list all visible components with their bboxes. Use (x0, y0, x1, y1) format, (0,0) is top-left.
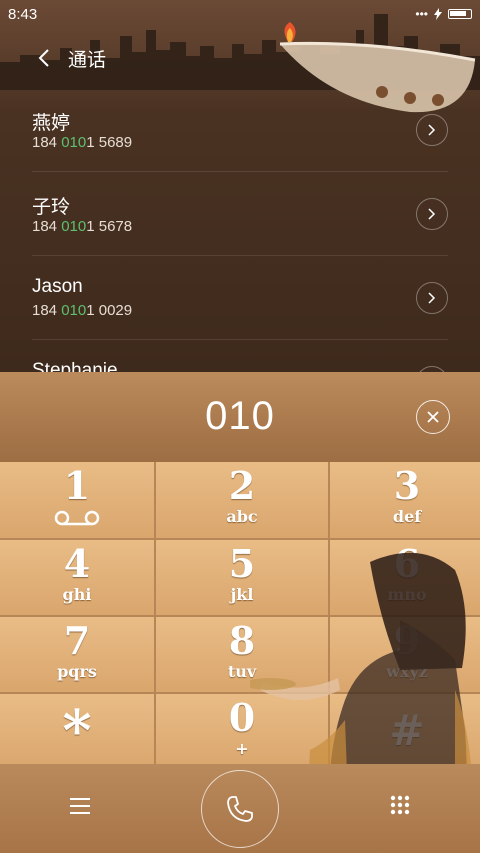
key-digit: 8 (228, 618, 256, 663)
chevron-right-icon (428, 208, 436, 220)
key-3[interactable]: 3 def (330, 462, 480, 538)
key-digit: 0 (228, 695, 256, 740)
status-time: 8:43 (8, 5, 38, 23)
key-digit: 5 (228, 541, 256, 586)
chevron-right-icon (428, 124, 436, 136)
call-log-area: 8:43 ••• 通话 燕婷 184 0101 5689 子玲 184 0101… (0, 0, 480, 372)
contact-name: 子玲 (32, 197, 71, 218)
key-1[interactable]: 1 (0, 462, 154, 538)
key-digit: * (62, 698, 92, 764)
list-item[interactable]: 燕婷 184 0101 5689 (32, 88, 448, 172)
number-match: 010 (61, 218, 87, 235)
number-suffix: 1 5689 (86, 134, 133, 151)
battery-icon (448, 9, 472, 19)
key-letters: mno (387, 585, 427, 604)
voicemail-icon (54, 510, 100, 526)
key-letters: pqrs (57, 662, 97, 681)
status-icons: ••• (415, 7, 472, 21)
contact-name: 燕婷 (32, 113, 71, 134)
number-suffix: 1 5678 (86, 218, 133, 235)
key-letters: wxyz (386, 662, 428, 681)
clear-button[interactable] (416, 400, 450, 434)
contact-details-button[interactable] (416, 114, 448, 146)
number-match: 010 (61, 134, 87, 151)
key-hash[interactable]: # (330, 694, 480, 770)
key-digit: 6 (393, 541, 421, 586)
contact-details-button[interactable] (416, 198, 448, 230)
keypad: 1 2 abc 3 def 4 ghi 5 jkl 6 mno 7 pqrs 8… (0, 462, 480, 770)
key-digit: 3 (393, 463, 421, 508)
phone-icon (227, 796, 253, 822)
key-9[interactable]: 9 wxyz (330, 617, 480, 692)
contact-number: 184 0101 5689 (32, 134, 132, 151)
signal-dots-icon: ••• (415, 7, 428, 21)
contact-number: 184 0101 0029 (32, 302, 132, 319)
key-2[interactable]: 2 abc (156, 462, 328, 538)
contact-name: Stephanie (32, 360, 118, 372)
key-digit: 7 (63, 618, 91, 663)
call-button[interactable] (201, 770, 279, 848)
contact-details-button[interactable] (416, 282, 448, 314)
key-0[interactable]: 0 + (156, 694, 328, 770)
list-item[interactable]: Jason 184 0101 0029 (32, 256, 448, 340)
list-item[interactable]: 子玲 184 0101 5678 (32, 172, 448, 256)
contact-number: 184 0101 5678 (32, 218, 132, 235)
number-prefix: 184 (32, 134, 62, 151)
number-suffix: 1 0029 (86, 302, 133, 319)
key-star[interactable]: * (0, 694, 154, 770)
contact-list: 燕婷 184 0101 5689 子玲 184 0101 5678 Jason … (0, 88, 480, 372)
key-7[interactable]: 7 pqrs (0, 617, 154, 692)
bottom-bar (0, 764, 480, 853)
key-4[interactable]: 4 ghi (0, 540, 154, 615)
dialpad-icon[interactable] (388, 794, 412, 818)
number-match: 010 (61, 302, 87, 319)
key-8[interactable]: 8 tuv (156, 617, 328, 692)
key-letters: def (392, 507, 422, 526)
key-digit: 4 (63, 541, 91, 586)
key-6[interactable]: 6 mno (330, 540, 480, 615)
key-digit: # (389, 706, 425, 755)
chevron-right-icon (428, 292, 436, 304)
key-letters: jkl (230, 585, 254, 604)
header: 通话 (0, 40, 300, 76)
chevron-left-icon[interactable] (34, 48, 54, 68)
number-prefix: 184 (32, 218, 62, 235)
dialed-number: 010 (205, 394, 275, 438)
key-letters: tuv (227, 662, 257, 681)
charging-icon (434, 8, 442, 20)
number-prefix: 184 (32, 302, 62, 319)
close-icon (427, 411, 439, 423)
status-bar: 8:43 ••• (0, 0, 480, 28)
key-letters: + (235, 739, 249, 758)
key-digit: 9 (393, 618, 421, 663)
key-letters: abc (226, 507, 258, 526)
page-title: 通话 (68, 49, 107, 71)
key-digit: 2 (228, 463, 256, 508)
key-letters: ghi (62, 585, 92, 604)
key-digit: 1 (63, 463, 91, 508)
list-item[interactable]: Stephanie (32, 340, 448, 372)
menu-icon[interactable] (68, 794, 92, 818)
contact-name: Jason (32, 276, 83, 297)
dial-input-bar: 010 (0, 372, 480, 462)
key-5[interactable]: 5 jkl (156, 540, 328, 615)
